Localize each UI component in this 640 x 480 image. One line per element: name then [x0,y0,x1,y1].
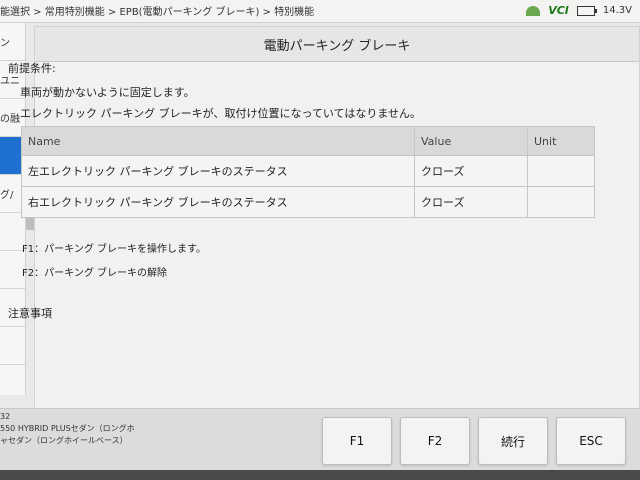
fkey-note: F2：パーキング ブレーキの解除 [22,268,167,279]
column-header-name: Name [21,126,415,156]
continue-button[interactable]: 続行 [478,417,548,465]
row-value: クローズ [414,155,528,187]
f2-button[interactable]: F2 [400,417,470,465]
status-area: VCI 14.3V [526,4,632,17]
sidebar-item[interactable]: ン [0,23,25,61]
voltage-readout: 14.3V [602,5,632,16]
column-header-unit: Unit [527,126,595,156]
table-row[interactable]: 右エレクトリック パーキング ブレーキのステータス クローズ [21,186,595,218]
notes-title: 注意事項 [8,307,52,320]
row-name: 右エレクトリック パーキング ブレーキのステータス [21,186,415,218]
sidebar-item[interactable] [0,327,25,365]
panel-title: 電動パーキング ブレーキ [35,27,639,62]
fkey-note: F1：パーキング ブレーキを操作します。 [22,244,206,255]
row-unit [527,186,595,218]
row-name: 左エレクトリック パーキング ブレーキのステータス [21,155,415,187]
precondition-line: エレクトリック パーキング ブレーキが、取付け位置になっていてはなりません。 [20,107,422,120]
table-row[interactable]: 左エレクトリック パーキング ブレーキのステータス クローズ [21,155,595,187]
table-header-row: Name Value Unit [21,126,595,156]
vehicle-info: 32 550 HYBRID PLUSセダン（ロングホ ャセダン（ロングホイールベ… [0,412,135,445]
f1-button[interactable]: F1 [322,417,392,465]
preconditions-title: 前提条件: [8,62,56,75]
top-bar: 能選択 > 常用特別機能 > EPB(電動パーキング ブレーキ) > 特別機能 … [0,0,640,23]
row-value: クローズ [414,186,528,218]
column-header-value: Value [414,126,528,156]
precondition-line: 車両が動かないように固定します。 [20,86,195,99]
battery-icon [576,5,597,16]
parameter-table: Name Value Unit 左エレクトリック パーキング ブレーキのステータ… [21,126,595,218]
row-unit [527,155,595,187]
bottom-bar: 32 550 HYBRID PLUSセダン（ロングホ ャセダン（ロングホイールベ… [0,408,640,470]
esc-button[interactable]: ESC [556,417,626,465]
wifi-icon [526,5,541,16]
panel-content: 前提条件: 車両が動かないように固定します。 エレクトリック パーキング ブレー… [8,60,632,321]
app-screen: 能選択 > 常用特別機能 > EPB(電動パーキング ブレーキ) > 特別機能 … [0,0,640,470]
breadcrumb[interactable]: 能選択 > 常用特別機能 > EPB(電動パーキング ブレーキ) > 特別機能 [0,3,314,18]
vci-indicator: VCI [548,4,569,17]
function-key-notes: F1：パーキング ブレーキを操作します。 F2：パーキング ブレーキの解除 [8,240,632,279]
